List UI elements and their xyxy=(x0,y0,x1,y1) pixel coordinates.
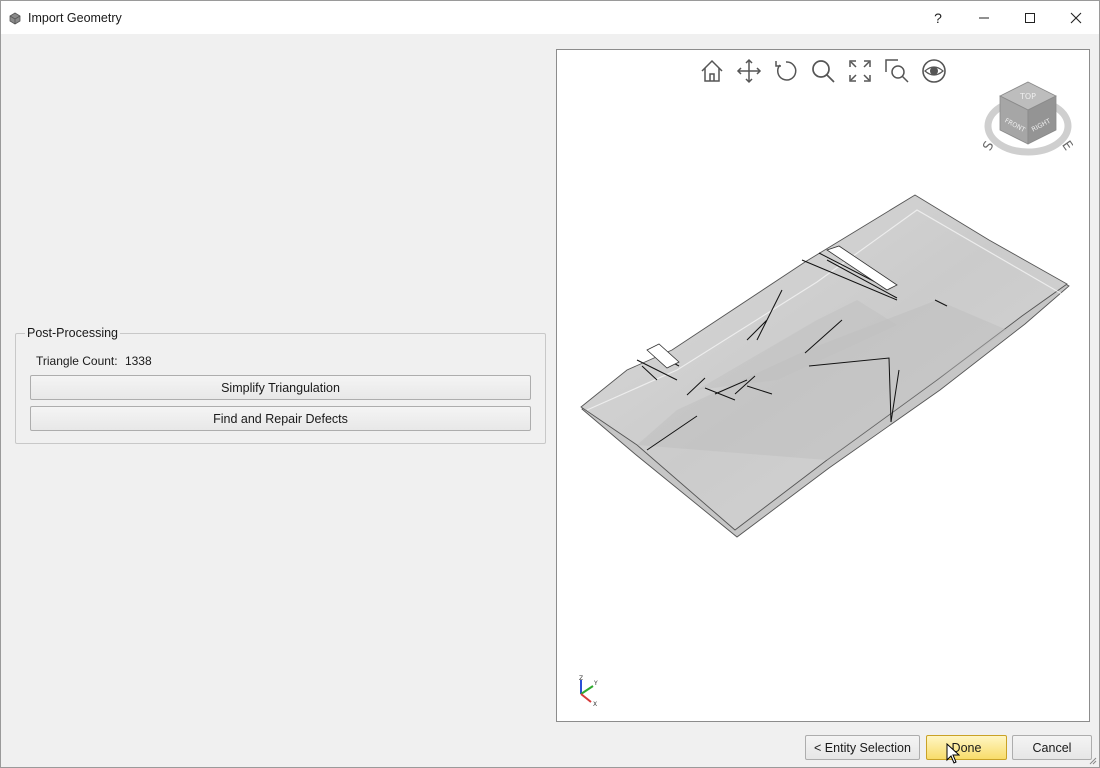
axis-triad: Z Y X xyxy=(579,675,598,708)
title-bar[interactable]: Import Geometry ? xyxy=(1,1,1099,34)
axis-x-label: X xyxy=(593,701,597,708)
simplify-triangulation-button[interactable]: Simplify Triangulation xyxy=(30,375,531,400)
axis-y-label: Y xyxy=(593,680,598,687)
minimize-icon xyxy=(979,17,989,18)
3d-viewport[interactable]: TOP FRONT RIGHT S E Z Y X xyxy=(556,49,1090,722)
help-button[interactable]: ? xyxy=(915,1,961,34)
find-repair-defects-button[interactable]: Find and Repair Defects xyxy=(30,406,531,431)
done-button[interactable]: Done xyxy=(926,735,1007,760)
maximize-icon xyxy=(1025,12,1035,23)
terrain-model xyxy=(580,194,1070,538)
close-icon xyxy=(1070,12,1082,23)
axis-z-label: Z xyxy=(579,675,583,682)
cancel-button[interactable]: Cancel xyxy=(1012,735,1092,760)
close-button[interactable] xyxy=(1053,1,1099,34)
import-geometry-dialog: Import Geometry ? Post-Processing Triang… xyxy=(0,0,1100,768)
triangle-count-row: Triangle Count: 1338 xyxy=(36,354,156,368)
mouse-cursor-icon xyxy=(946,743,960,764)
app-icon xyxy=(9,12,21,25)
entity-selection-button[interactable]: < Entity Selection xyxy=(805,735,920,760)
resize-grip-icon[interactable] xyxy=(1089,757,1097,765)
minimize-button[interactable] xyxy=(961,1,1007,34)
help-icon: ? xyxy=(934,9,942,26)
post-processing-group: Post-Processing Triangle Count: 1338 Sim… xyxy=(15,326,546,444)
group-legend: Post-Processing xyxy=(25,326,121,340)
triangle-count-value: 1338 xyxy=(124,354,152,368)
window-title: Import Geometry xyxy=(28,11,122,25)
triangle-count-label: Triangle Count: xyxy=(36,354,118,368)
maximize-button[interactable] xyxy=(1007,1,1053,34)
